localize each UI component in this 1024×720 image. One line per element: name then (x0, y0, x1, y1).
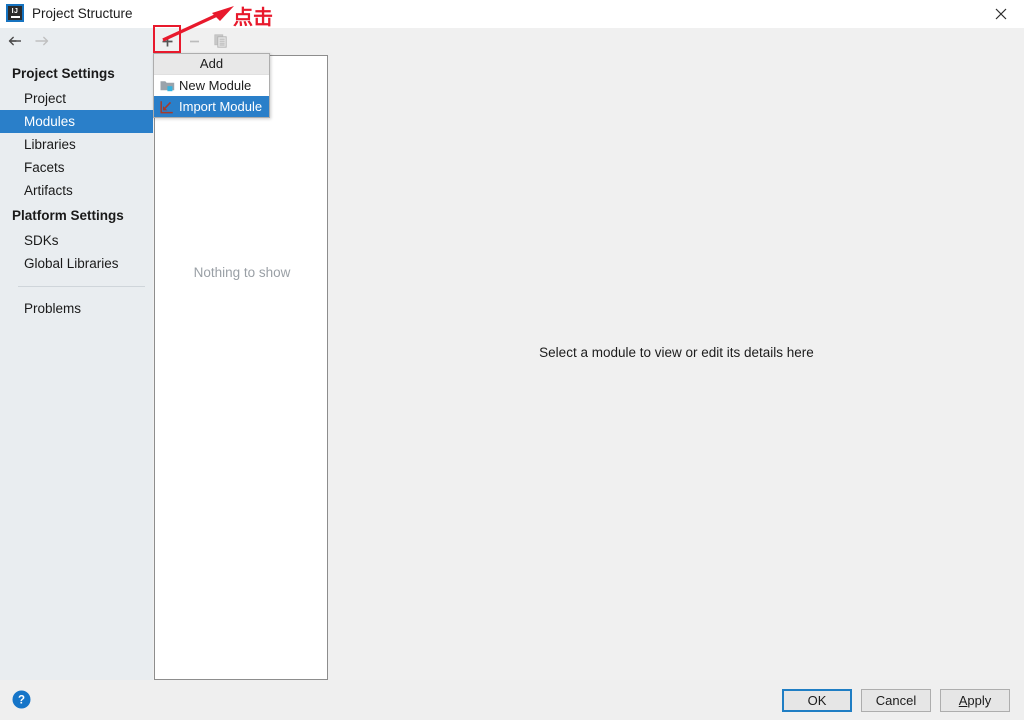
sidebar-item-problems[interactable]: Problems (0, 297, 153, 320)
menu-header-add: Add (154, 54, 269, 75)
apply-label-rest: pply (967, 693, 992, 708)
sidebar-item-libraries[interactable]: Libraries (0, 133, 153, 156)
ok-button[interactable]: OK (782, 689, 852, 712)
module-list-toolbar (153, 28, 329, 55)
sidebar-item-modules[interactable]: Modules (0, 110, 153, 133)
module-list-panel: Nothing to show (153, 28, 329, 680)
arrow-left-icon[interactable] (6, 32, 26, 50)
minus-icon (189, 40, 199, 42)
sidebar-item-facets[interactable]: Facets (0, 156, 153, 179)
remove-button (181, 28, 207, 54)
add-button[interactable] (154, 28, 180, 54)
intellij-idea-logo-icon: IJ (6, 4, 24, 22)
sidebar-group-project-settings: Project Settings (12, 66, 115, 81)
arrow-right-icon (32, 32, 52, 50)
close-icon[interactable] (978, 0, 1024, 28)
plus-icon (162, 36, 172, 46)
project-structure-dialog: IJ Project Structure Project Settings Pr… (0, 0, 1024, 720)
apply-button[interactable]: Apply (940, 689, 1010, 712)
sidebar-group-platform-settings: Platform Settings (12, 208, 124, 223)
navigation-bar (0, 28, 153, 54)
copy-icon (214, 34, 227, 48)
cancel-button[interactable]: Cancel (861, 689, 931, 712)
empty-state-label: Nothing to show (193, 265, 291, 280)
copy-button (208, 28, 234, 54)
window-title: Project Structure (32, 6, 133, 21)
sidebar-item-sdks[interactable]: SDKs (0, 229, 153, 252)
new-module-folder-icon (159, 78, 175, 94)
sidebar-item-project[interactable]: Project (0, 87, 153, 110)
menu-item-label: Import Module (179, 99, 263, 114)
sidebar-item-artifacts[interactable]: Artifacts (0, 179, 153, 202)
import-module-arrow-icon (159, 99, 175, 115)
svg-text:?: ? (18, 695, 25, 707)
module-detail-pane: Select a module to view or edit its deta… (329, 28, 1024, 680)
title-bar: IJ Project Structure (0, 0, 1024, 28)
menu-item-label: New Module (179, 78, 252, 93)
sidebar-item-global-libraries[interactable]: Global Libraries (0, 252, 153, 275)
sidebar-divider (18, 286, 145, 287)
module-list[interactable]: Nothing to show (154, 55, 328, 680)
menu-item-import-module[interactable]: Import Module (154, 96, 269, 117)
help-question-icon[interactable]: ? (12, 690, 31, 709)
apply-mnemonic: A (958, 693, 968, 708)
menu-item-new-module[interactable]: New Module (154, 75, 269, 96)
add-dropdown-menu: Add New Module Import Module (153, 53, 270, 118)
dialog-bottom-bar: ? OK Cancel Apply (0, 680, 1024, 720)
dialog-button-row: OK Cancel Apply (782, 689, 1010, 712)
sidebar-nav-list: Project Settings Project Modules Librari… (0, 60, 153, 320)
settings-sidebar: Project Settings Project Modules Librari… (0, 28, 153, 680)
detail-placeholder-message: Select a module to view or edit its deta… (539, 345, 814, 360)
